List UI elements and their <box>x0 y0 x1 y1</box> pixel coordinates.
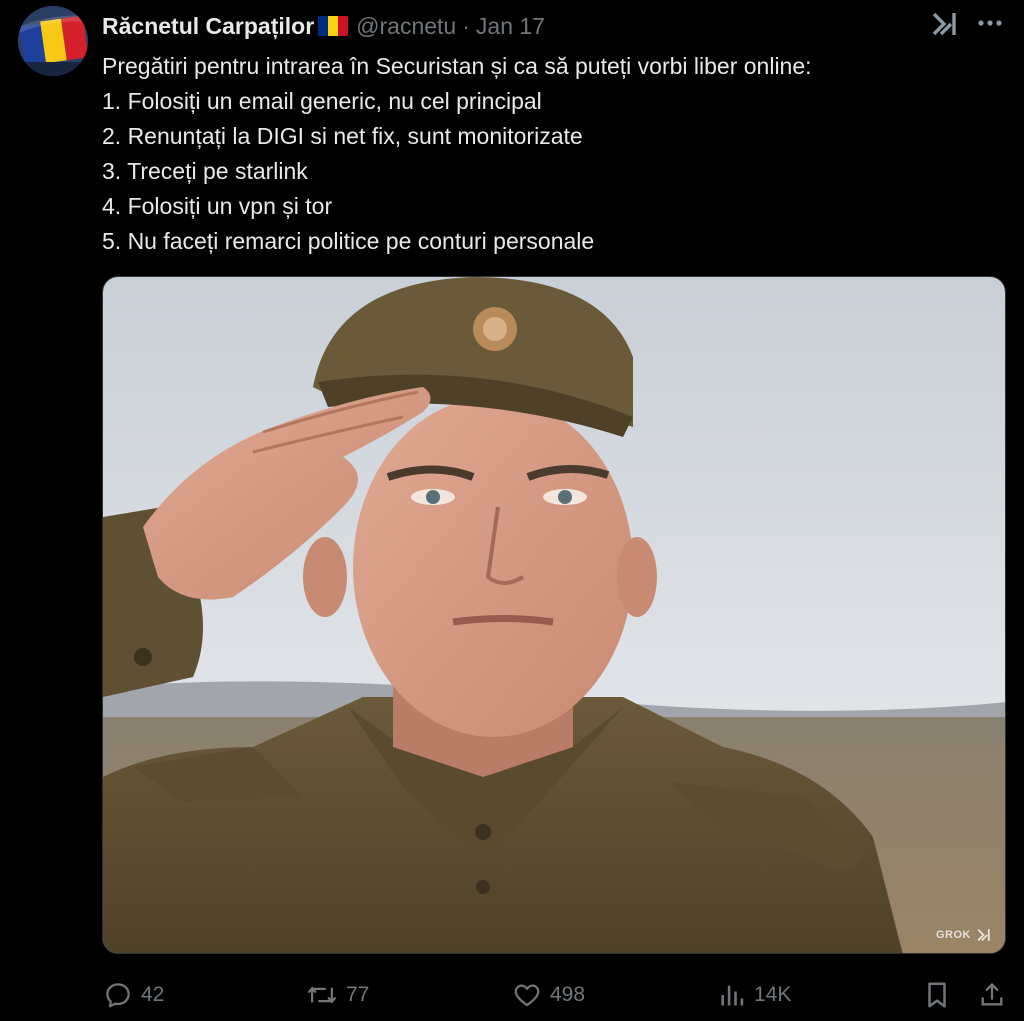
handle[interactable]: @racnetu <box>356 13 456 40</box>
views-count: 14K <box>754 983 792 1006</box>
tweet-line-5: 5. Nu faceți remarci politice pe conturi… <box>102 228 595 254</box>
post-date[interactable]: Jan 17 <box>476 13 545 40</box>
bookmark-button[interactable] <box>924 975 958 1015</box>
more-icon[interactable] <box>977 15 1003 31</box>
views-button[interactable]: 14K <box>718 975 791 1015</box>
tweet-line-3: 3. Treceți pe starlink <box>102 158 308 184</box>
repost-icon <box>307 986 337 1004</box>
tweet-line-2: 2. Renunțați la DIGI si net fix, sunt mo… <box>102 123 583 149</box>
grok-icon[interactable] <box>930 9 960 39</box>
grok-watermark: GROK <box>936 927 993 943</box>
reply-button[interactable]: 42 <box>103 975 164 1015</box>
action-bar: 42 77 498 14K <box>0 975 1024 1015</box>
grok-watermark-icon <box>977 929 990 941</box>
romania-flag-icon <box>318 16 349 36</box>
tweet-line-4: 4. Folosiți un vpn și tor <box>102 193 333 219</box>
reply-icon <box>106 983 130 1008</box>
tweet-image[interactable]: GROK <box>102 276 1006 954</box>
repost-count: 77 <box>346 983 370 1006</box>
views-icon <box>721 985 744 1006</box>
tweet-text: Pregătiri pentru intrarea în Securistan … <box>102 49 1002 259</box>
tweet-line-1: 1. Folosiți un email generic, nu cel pri… <box>102 88 542 114</box>
tweet: Răcnetul Carpaților @racnetu · Jan 17 Pr… <box>0 0 1024 1021</box>
like-button[interactable]: 498 <box>512 975 585 1015</box>
share-button[interactable] <box>978 975 1014 1015</box>
flag-stripe-red <box>338 16 349 36</box>
avatar[interactable] <box>18 6 88 76</box>
like-count: 498 <box>550 983 586 1006</box>
repost-button[interactable]: 77 <box>306 975 369 1015</box>
avatar-flag-image <box>18 6 88 76</box>
display-name[interactable]: Răcnetul Carpaților <box>102 13 314 40</box>
tweet-line-intro: Pregătiri pentru intrarea în Securistan … <box>102 53 812 79</box>
bookmark-icon <box>928 982 946 1008</box>
saluting-soldier-image <box>103 277 1005 953</box>
flag-stripe-blue <box>318 16 329 36</box>
separator-dot: · <box>462 12 470 39</box>
tweet-header: Răcnetul Carpaților @racnetu · Jan 17 <box>102 9 545 43</box>
share-icon <box>981 982 1003 1006</box>
flag-stripe-yellow <box>328 16 339 36</box>
reply-count: 42 <box>141 983 165 1006</box>
grok-watermark-label: GROK <box>936 929 971 941</box>
heart-icon <box>514 984 540 1007</box>
